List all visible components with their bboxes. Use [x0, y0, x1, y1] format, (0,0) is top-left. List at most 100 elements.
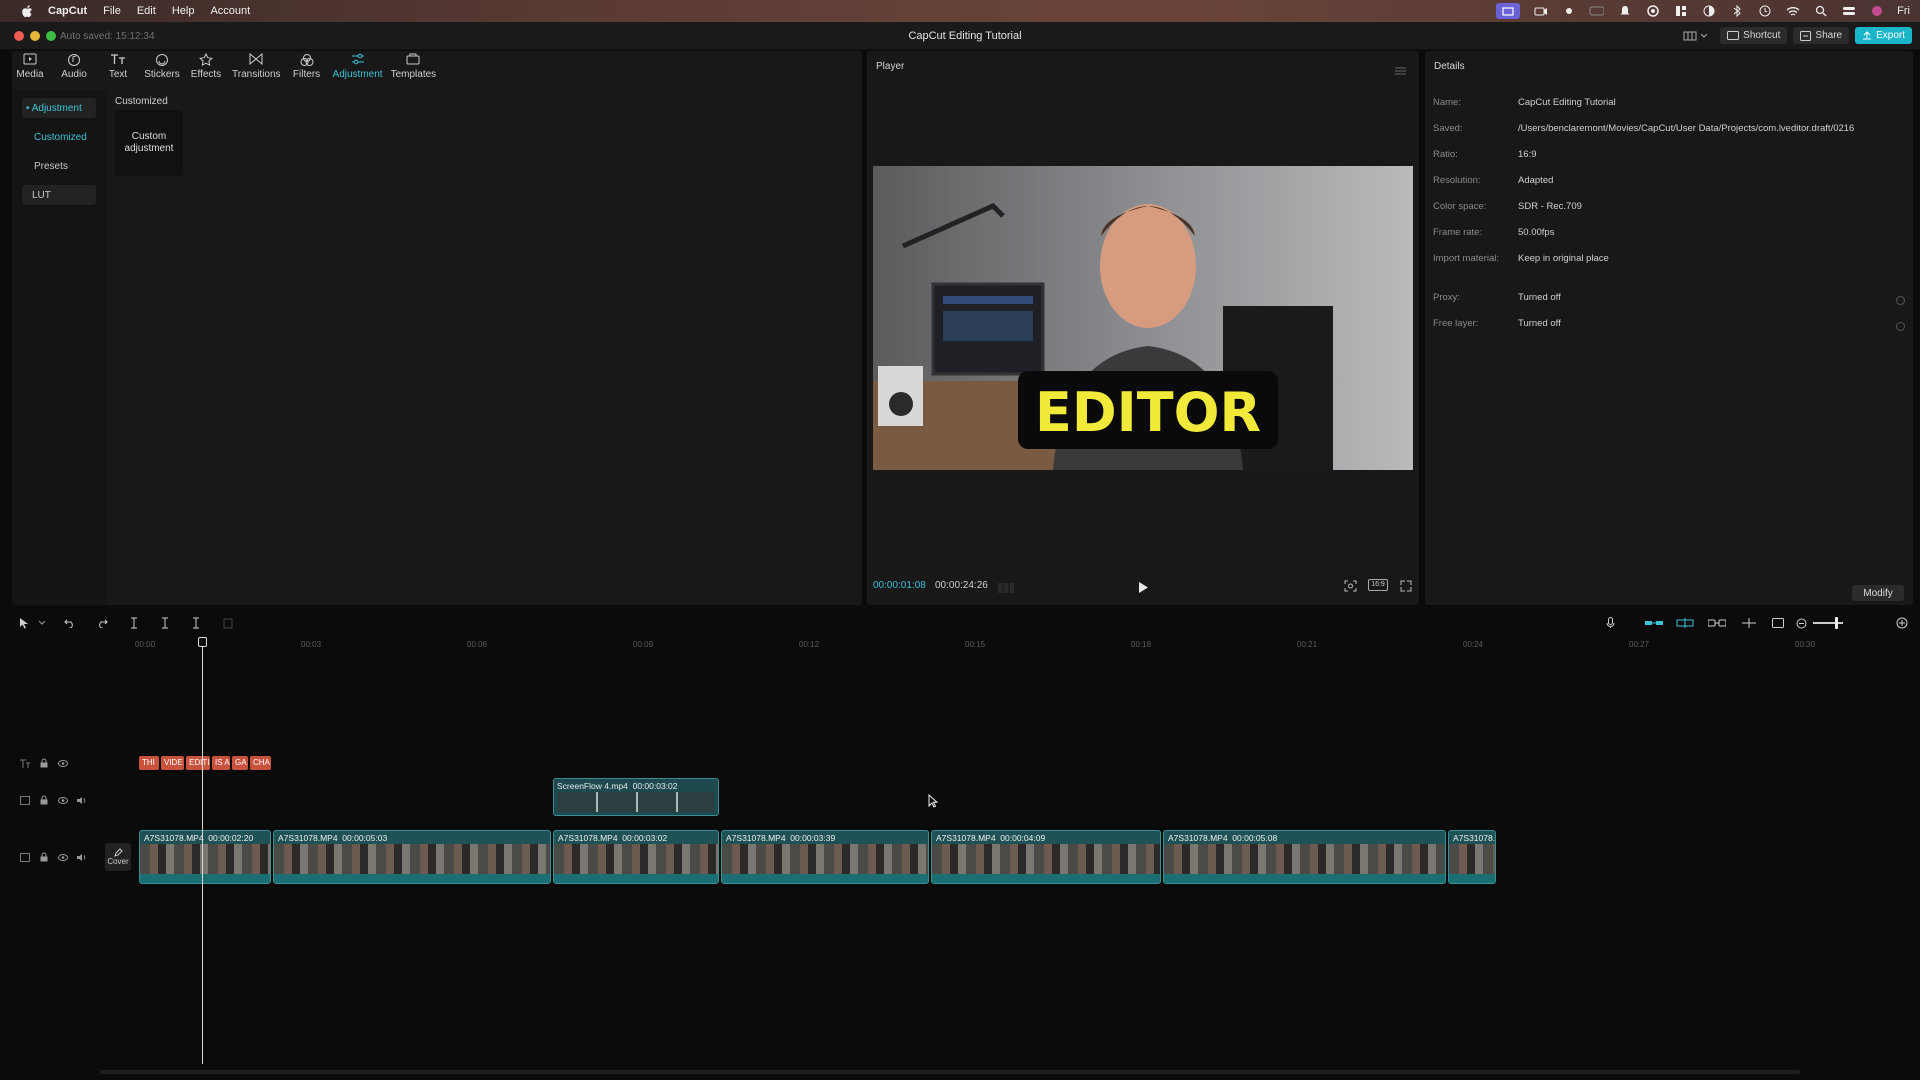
- control-center-icon[interactable]: [1841, 5, 1856, 18]
- cover-button[interactable]: Cover: [105, 843, 131, 871]
- expand-icon[interactable]: [1400, 579, 1412, 597]
- playhead-handle[interactable]: [198, 637, 207, 647]
- text-clip[interactable]: EDITI: [186, 756, 210, 770]
- text-clip[interactable]: THI: [139, 756, 159, 770]
- menu-help[interactable]: Help: [172, 5, 195, 17]
- chrome-icon[interactable]: [1645, 5, 1660, 18]
- notification-icon[interactable]: [1617, 5, 1632, 18]
- text-clip[interactable]: IS A: [212, 756, 230, 770]
- auto-snap-icon[interactable]: [1676, 617, 1694, 629]
- eye-icon[interactable]: [58, 852, 68, 862]
- main-track-magnet-icon[interactable]: [1645, 617, 1663, 629]
- battery-icon[interactable]: [1589, 5, 1605, 18]
- brightness-icon[interactable]: [1561, 5, 1576, 18]
- lock-icon[interactable]: [39, 758, 49, 768]
- menu-file[interactable]: File: [103, 5, 121, 17]
- trim-left-icon[interactable]: [159, 617, 171, 629]
- clock-text[interactable]: Fri: [1897, 5, 1910, 17]
- camera-icon[interactable]: [1533, 5, 1548, 18]
- eye-icon[interactable]: [58, 758, 68, 768]
- timeline-ruler[interactable]: 00:00 00:03 00:06 00:09 00:12 00:15 00:1…: [135, 638, 1915, 652]
- zoom-out-icon[interactable]: [1795, 617, 1807, 629]
- video-clip[interactable]: A7S31078.MP4 00:00:05:03: [273, 830, 551, 884]
- preview-axis-icon[interactable]: [1740, 617, 1758, 629]
- speaker-icon[interactable]: [77, 795, 87, 805]
- tab-adjustment[interactable]: Adjustment: [333, 52, 383, 80]
- video-clip[interactable]: A7S31078.MP4 00:00:03:02: [553, 830, 719, 884]
- linkage-icon[interactable]: [1708, 617, 1726, 629]
- sidenav-item-customized[interactable]: Customized: [22, 127, 96, 147]
- export-button[interactable]: Export: [1855, 27, 1912, 44]
- fit-timeline-icon[interactable]: [1896, 617, 1908, 629]
- timeline-horizontal-scrollbar[interactable]: [100, 1070, 1800, 1074]
- video-clip[interactable]: A7S31078.MP4 00:00:02:20: [139, 830, 271, 884]
- menu-account[interactable]: Account: [210, 5, 250, 17]
- video-clip[interactable]: A7S31078.MP4 00:00:04:09: [931, 830, 1161, 884]
- custom-adjustment-card[interactable]: Custom adjustment: [115, 110, 183, 176]
- caption-icon[interactable]: [1772, 617, 1784, 629]
- timecode-grid-icon[interactable]: [998, 580, 1014, 598]
- text-clip[interactable]: VIDE: [161, 756, 184, 770]
- tab-filters[interactable]: Filters: [289, 52, 325, 80]
- chevron-down-icon[interactable]: [36, 617, 48, 629]
- lock-icon[interactable]: [39, 795, 49, 805]
- speaker-icon[interactable]: [77, 852, 87, 862]
- split-icon[interactable]: [128, 617, 140, 629]
- wifi-icon[interactable]: [1785, 5, 1800, 18]
- eye-icon[interactable]: [58, 795, 68, 805]
- share-button[interactable]: Share: [1793, 27, 1850, 44]
- tab-effects-label: Effects: [190, 69, 222, 80]
- media-icon: [22, 52, 38, 66]
- fullscreen-crop-icon[interactable]: [1344, 579, 1357, 597]
- text-clip[interactable]: GA: [232, 756, 248, 770]
- tab-transitions[interactable]: Transitions: [232, 52, 281, 80]
- tab-stickers[interactable]: Stickers: [144, 52, 180, 80]
- sidenav-item-lut[interactable]: LUT: [22, 185, 96, 205]
- video-clip[interactable]: A7S31078.MP4 00:00:05:08: [1163, 830, 1446, 884]
- apple-icon[interactable]: [20, 4, 34, 18]
- aspect-ratio-button[interactable]: 16:9: [1368, 579, 1388, 591]
- video-clip[interactable]: A7S31078.M: [1448, 830, 1496, 884]
- clock-history-icon[interactable]: [1757, 5, 1772, 18]
- tab-audio[interactable]: Audio: [56, 52, 92, 80]
- screen-mirror-icon[interactable]: [1496, 3, 1521, 19]
- video-clip-name: A7S31078.MP4: [726, 833, 786, 843]
- zoom-slider[interactable]: [1813, 622, 1843, 624]
- proxy-info-icon[interactable]: [1896, 292, 1905, 310]
- menu-edit[interactable]: Edit: [137, 5, 156, 17]
- microphone-icon[interactable]: [1604, 617, 1616, 629]
- lock-icon[interactable]: [39, 852, 49, 862]
- tab-text[interactable]: Text: [100, 52, 136, 80]
- tab-effects[interactable]: Effects: [188, 52, 224, 80]
- menu-capcut[interactable]: CapCut: [48, 5, 87, 17]
- tab-media[interactable]: Media: [12, 52, 48, 80]
- redo-icon[interactable]: [96, 617, 108, 629]
- half-moon-icon[interactable]: [1701, 5, 1716, 18]
- sidenav-header-adjustment[interactable]: • Adjustment: [22, 98, 96, 118]
- delete-icon[interactable]: [222, 617, 234, 629]
- player-menu-icon[interactable]: [1395, 62, 1406, 80]
- siri-icon[interactable]: [1869, 5, 1884, 18]
- playhead[interactable]: [202, 638, 203, 1064]
- shortcut-button[interactable]: Shortcut: [1720, 27, 1788, 44]
- text-clip[interactable]: CHA: [250, 756, 271, 770]
- trim-right-icon[interactable]: [190, 617, 202, 629]
- tab-templates[interactable]: Templates: [391, 52, 436, 80]
- modify-button[interactable]: Modify: [1852, 585, 1904, 601]
- undo-icon[interactable]: [64, 617, 76, 629]
- sidenav-item-presets[interactable]: Presets: [22, 156, 96, 176]
- bluetooth-icon[interactable]: [1729, 5, 1744, 18]
- zoom-slider-handle[interactable]: [1835, 617, 1838, 629]
- ruler-tick: 00:15: [965, 640, 986, 649]
- tab-audio-label: Audio: [61, 69, 87, 80]
- tab-filters-label: Filters: [292, 69, 321, 80]
- overlay-clip[interactable]: ScreenFlow 4.mp4 00:00:03:02: [553, 778, 719, 816]
- video-clip[interactable]: A7S31078.MP4 00:00:03:39: [721, 830, 929, 884]
- grid-app-icon[interactable]: [1673, 5, 1688, 18]
- play-button[interactable]: [1138, 580, 1148, 598]
- layout-button[interactable]: [1676, 27, 1714, 44]
- video-preview[interactable]: EDITOR: [873, 166, 1413, 470]
- select-tool-icon[interactable]: [18, 617, 30, 629]
- free-layer-info-icon[interactable]: [1896, 318, 1905, 336]
- search-icon[interactable]: [1813, 5, 1828, 18]
